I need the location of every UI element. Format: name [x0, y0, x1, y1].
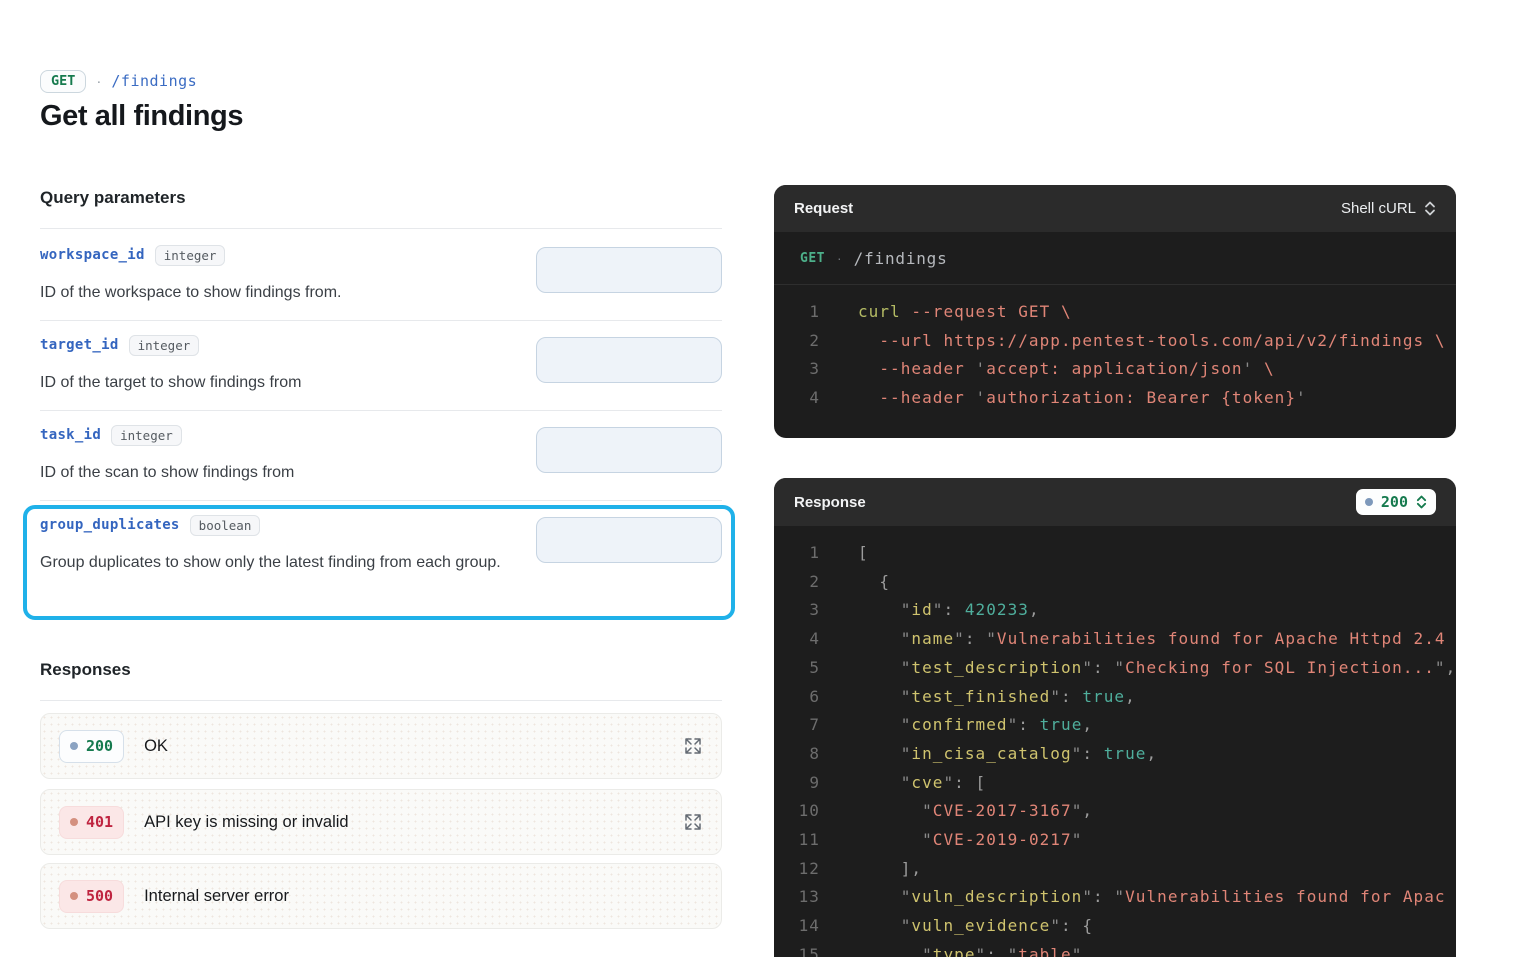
response-card-401[interactable]: 401 API key is missing or invalid — [40, 789, 722, 855]
response-code-block[interactable]: 1[2 {3 "id": 420233, 4 "name": "Vulnerabi… — [774, 526, 1456, 957]
http-method-badge: GET — [40, 70, 87, 93]
response-label: API key is missing or invalid — [144, 812, 349, 831]
response-label: Internal server error — [144, 886, 289, 905]
response-card-200[interactable]: 200 OK — [40, 713, 722, 779]
endpoint-docs-column: GET · /findings Get all findings Query p… — [40, 0, 722, 957]
group-duplicates-input[interactable] — [536, 517, 722, 563]
response-status-selector[interactable]: 200 — [1355, 489, 1436, 515]
status-code: 200 — [86, 737, 114, 755]
param-row-workspace-id: workspace_id integer ID of the workspace… — [40, 245, 722, 320]
param-type-badge: boolean — [189, 515, 261, 536]
divider — [40, 228, 722, 229]
status-dot-icon — [70, 892, 78, 900]
language-selector-value: Shell cURL — [1340, 200, 1416, 217]
request-separator: · — [836, 250, 842, 266]
status-badge-200: 200 — [59, 729, 125, 763]
response-card-500[interactable]: 500 Internal server error — [40, 863, 722, 929]
param-type-badge: integer — [154, 245, 226, 266]
chevron-up-down-icon — [1424, 201, 1436, 216]
param-type-badge: integer — [128, 335, 200, 356]
status-dot-icon — [70, 818, 78, 826]
response-status-value: 200 — [1380, 493, 1408, 511]
status-badge-401: 401 — [59, 805, 125, 839]
param-description: Group duplicates to show only the latest… — [40, 553, 501, 571]
expand-icon[interactable] — [683, 812, 703, 832]
chevron-up-down-icon — [1416, 495, 1427, 509]
param-name-workspace-id: workspace_id — [40, 247, 145, 264]
task-id-input[interactable] — [536, 427, 722, 473]
request-panel-header: Request Shell cURL — [774, 185, 1456, 232]
endpoint-separator: · — [96, 72, 102, 90]
status-code: 500 — [86, 887, 114, 905]
param-name-task-id: task_id — [40, 427, 102, 444]
divider — [40, 320, 722, 321]
divider — [40, 410, 722, 411]
api-docs-page: GET · /findings Get all findings Query p… — [0, 0, 1536, 957]
response-panel: Response 200 1[2 {3 "id": 420233, 4 "name… — [774, 478, 1456, 957]
divider — [40, 700, 722, 701]
request-endpoint-row: GET · /findings — [774, 232, 1456, 285]
response-label: OK — [144, 736, 168, 755]
target-id-input[interactable] — [536, 337, 722, 383]
expand-icon[interactable] — [683, 736, 703, 756]
status-badge-500: 500 — [59, 879, 125, 913]
param-type-badge: integer — [111, 425, 182, 446]
response-panel-title: Response — [794, 493, 866, 511]
responses-heading: Responses — [40, 660, 131, 679]
param-name-group-duplicates: group_duplicates — [40, 517, 180, 534]
page-title: Get all findings — [40, 100, 244, 132]
request-method: GET — [800, 250, 825, 266]
status-dot-icon — [1364, 498, 1373, 506]
param-row-target-id: target_id integer ID of the target to sh… — [40, 335, 722, 410]
language-selector[interactable]: Shell cURL — [1341, 200, 1436, 217]
request-panel: Request Shell cURL GET · /findings 1 curl… — [774, 185, 1456, 438]
status-code: 401 — [86, 813, 114, 831]
endpoint-header: GET · /findings — [40, 70, 197, 93]
param-description: ID of the scan to show findings from — [40, 463, 295, 481]
divider — [40, 500, 722, 501]
response-panel-header: Response 200 — [774, 478, 1456, 526]
status-dot-icon — [70, 742, 78, 750]
query-parameters-heading: Query parameters — [40, 188, 186, 207]
request-panel-title: Request — [794, 200, 854, 217]
workspace-id-input[interactable] — [536, 247, 722, 293]
request-code-block[interactable]: 1 curl --request GET \ 2 --url https://app… — [774, 285, 1456, 413]
param-description: ID of the workspace to show findings fro… — [40, 283, 342, 301]
param-row-group-duplicates: group_duplicates boolean Group duplicate… — [40, 515, 722, 615]
request-path: /findings — [853, 248, 948, 268]
param-name-target-id: target_id — [40, 337, 119, 354]
param-description: ID of the target to show findings from — [40, 373, 302, 391]
param-row-task-id: task_id integer ID of the scan to show f… — [40, 425, 722, 500]
endpoint-path: /findings — [111, 72, 198, 91]
